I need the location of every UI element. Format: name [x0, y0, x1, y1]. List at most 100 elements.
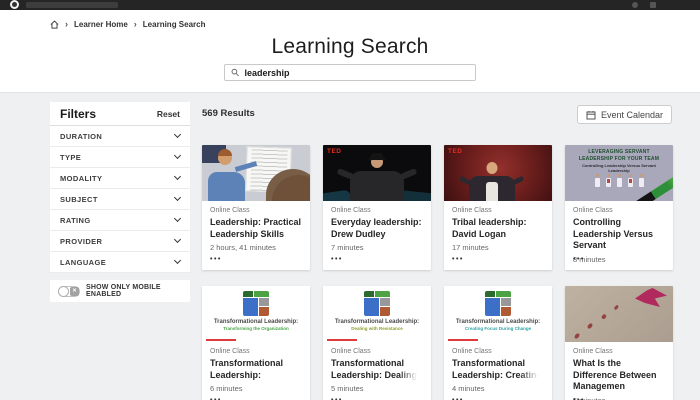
- logo-block: [501, 298, 511, 306]
- topbar-menu-icon[interactable]: [650, 2, 656, 8]
- search-input[interactable]: [244, 68, 469, 78]
- card-title: Tribal leadership: David Logan: [452, 217, 544, 240]
- card-options-menu[interactable]: •••: [331, 256, 343, 263]
- card-thumbnail: TED: [444, 145, 552, 201]
- thumbnail-title: Transformational Leadership:: [323, 319, 431, 325]
- result-card[interactable]: Online Class What Is the Difference Betwe…: [565, 286, 673, 400]
- filter-label: TYPE: [60, 153, 81, 162]
- card-thumbnail: Transformational Leadership:Dealing with…: [323, 286, 431, 342]
- filter-duration[interactable]: DURATION: [50, 126, 190, 147]
- chevron-down-icon: [174, 194, 181, 201]
- fp-shape: [601, 313, 607, 319]
- person-figure: [628, 178, 633, 187]
- card-title: Transformational Leadership:: [210, 358, 302, 381]
- thumbnail-subtitle: Dealing with Resistance: [323, 326, 431, 331]
- card-duration: 2 hours, 41 minutes: [210, 243, 302, 252]
- result-card[interactable]: Online ClassLeadership: Practical Leader…: [202, 145, 310, 270]
- card-title: Controlling Leadership Versus Servant: [573, 217, 665, 252]
- thumbnail-subtitle: Creating Focus During Change: [444, 326, 552, 331]
- breadcrumb-separator: ›: [134, 20, 137, 29]
- results-count: 569 Results: [202, 108, 255, 119]
- tr-head-shape: [486, 162, 497, 174]
- chevron-down-icon: [174, 257, 181, 264]
- card-options-menu[interactable]: •••: [573, 256, 585, 263]
- result-card[interactable]: TEDOnline ClassEveryday leadership: Drew…: [323, 145, 431, 270]
- mobile-enabled-toggle-row: ✕ SHOW ONLY MOBILE ENABLED: [50, 280, 190, 302]
- thumbnail-subtitle: Controlling Leadership Versus Servant Le…: [577, 163, 661, 173]
- filters-header: Filters Reset: [50, 102, 190, 126]
- filter-type[interactable]: TYPE: [50, 147, 190, 168]
- breadcrumb-separator: ›: [65, 20, 68, 29]
- card-title: Leadership: Practical Leadership Skills: [210, 217, 302, 240]
- chevron-down-icon: [174, 152, 181, 159]
- card-duration: 5 minutes: [331, 384, 423, 393]
- filter-subject[interactable]: SUBJECT: [50, 189, 190, 210]
- logo-block: [254, 291, 269, 297]
- card-type-label: Online Class: [210, 348, 302, 355]
- chevron-down-icon: [174, 173, 181, 180]
- reset-filters-button[interactable]: Reset: [157, 109, 180, 119]
- brand-logo-icon[interactable]: [10, 0, 19, 9]
- progress-bar: [327, 339, 357, 341]
- card-type-label: Online Class: [331, 348, 423, 355]
- result-card[interactable]: Transformational Leadership:Dealing with…: [323, 286, 431, 400]
- filter-label: DURATION: [60, 132, 102, 141]
- ted-logo: TED: [327, 148, 342, 155]
- card-title: Transformational Leadership: Creating: [452, 358, 544, 381]
- card-duration: 8 minutes: [573, 255, 665, 264]
- thumbnail-subtitle: Transforming the Organization: [202, 326, 310, 331]
- search-box[interactable]: [224, 64, 476, 81]
- card-options-menu[interactable]: •••: [452, 256, 464, 263]
- card-type-label: Online Class: [331, 207, 423, 214]
- breadcrumb-learning-search[interactable]: Learning Search: [143, 20, 206, 29]
- card-body: Online ClassControlling Leadership Versu…: [565, 201, 673, 264]
- logo-block: [380, 307, 390, 316]
- card-duration: 5 minutes: [573, 396, 665, 400]
- logo-block: [380, 298, 390, 306]
- filter-language[interactable]: LANGUAGE: [50, 252, 190, 273]
- toggle-knob: [58, 286, 69, 297]
- td-seat1-shape: [323, 190, 352, 201]
- filter-modality[interactable]: MODALITY: [50, 168, 190, 189]
- logo-block: [243, 291, 253, 297]
- card-thumbnail: LEVERAGING SERVANT LEADERSHIP FOR YOUR T…: [565, 145, 673, 201]
- logo-block: [364, 298, 379, 316]
- logo-block: [364, 291, 374, 297]
- breadcrumb-learner-home[interactable]: Learner Home: [74, 20, 128, 29]
- thumbnail-title: LEVERAGING SERVANT LEADERSHIP FOR YOUR T…: [575, 149, 664, 162]
- card-type-label: Online Class: [573, 348, 665, 355]
- logo-block: [485, 291, 495, 297]
- logo-block: [501, 307, 511, 316]
- fp-bird-shape: [635, 288, 667, 307]
- cl-man-shape: [208, 172, 245, 201]
- page-title: Learning Search: [0, 35, 700, 59]
- event-calendar-button[interactable]: Event Calendar: [577, 105, 672, 124]
- card-body: Online Class What Is the Difference Betwe…: [565, 342, 673, 400]
- thumbnail-title: Transformational Leadership:: [202, 319, 310, 325]
- chevron-down-icon: [174, 236, 181, 243]
- toggle-off-x-icon: ✕: [70, 287, 79, 296]
- cl-head-shape: [218, 151, 232, 165]
- mobile-enabled-toggle[interactable]: ✕: [58, 286, 80, 297]
- topbar-search-icon[interactable]: [632, 2, 638, 8]
- home-icon[interactable]: [50, 20, 59, 29]
- result-card[interactable]: Transformational Leadership:Transforming…: [202, 286, 310, 400]
- result-card[interactable]: LEVERAGING SERVANT LEADERSHIP FOR YOUR T…: [565, 145, 673, 270]
- result-card[interactable]: Transformational Leadership:Creating Foc…: [444, 286, 552, 400]
- filter-label: MODALITY: [60, 174, 102, 183]
- brand-wordmark: [26, 2, 118, 8]
- card-body: Online Class Transformational Leadership:…: [202, 342, 310, 393]
- result-card[interactable]: TEDOnline ClassTribal leadership: David …: [444, 145, 552, 270]
- search-icon: [231, 68, 239, 77]
- fp-shape: [574, 332, 581, 339]
- logo-block: [485, 298, 500, 316]
- card-body: Online ClassTribal leadership: David Log…: [444, 201, 552, 252]
- filters-sidebar: Filters Reset DURATION TYPE MODALITY SUBJEC…: [50, 102, 190, 302]
- filter-provider[interactable]: PROVIDER: [50, 231, 190, 252]
- filter-label: LANGUAGE: [60, 258, 106, 267]
- card-thumbnail: [565, 286, 673, 342]
- filter-rating[interactable]: RATING: [50, 210, 190, 231]
- card-options-menu[interactable]: •••: [210, 256, 222, 263]
- breadcrumb: › Learner Home › Learning Search: [50, 20, 205, 29]
- card-title: What Is the Difference Between Managemen: [573, 358, 665, 393]
